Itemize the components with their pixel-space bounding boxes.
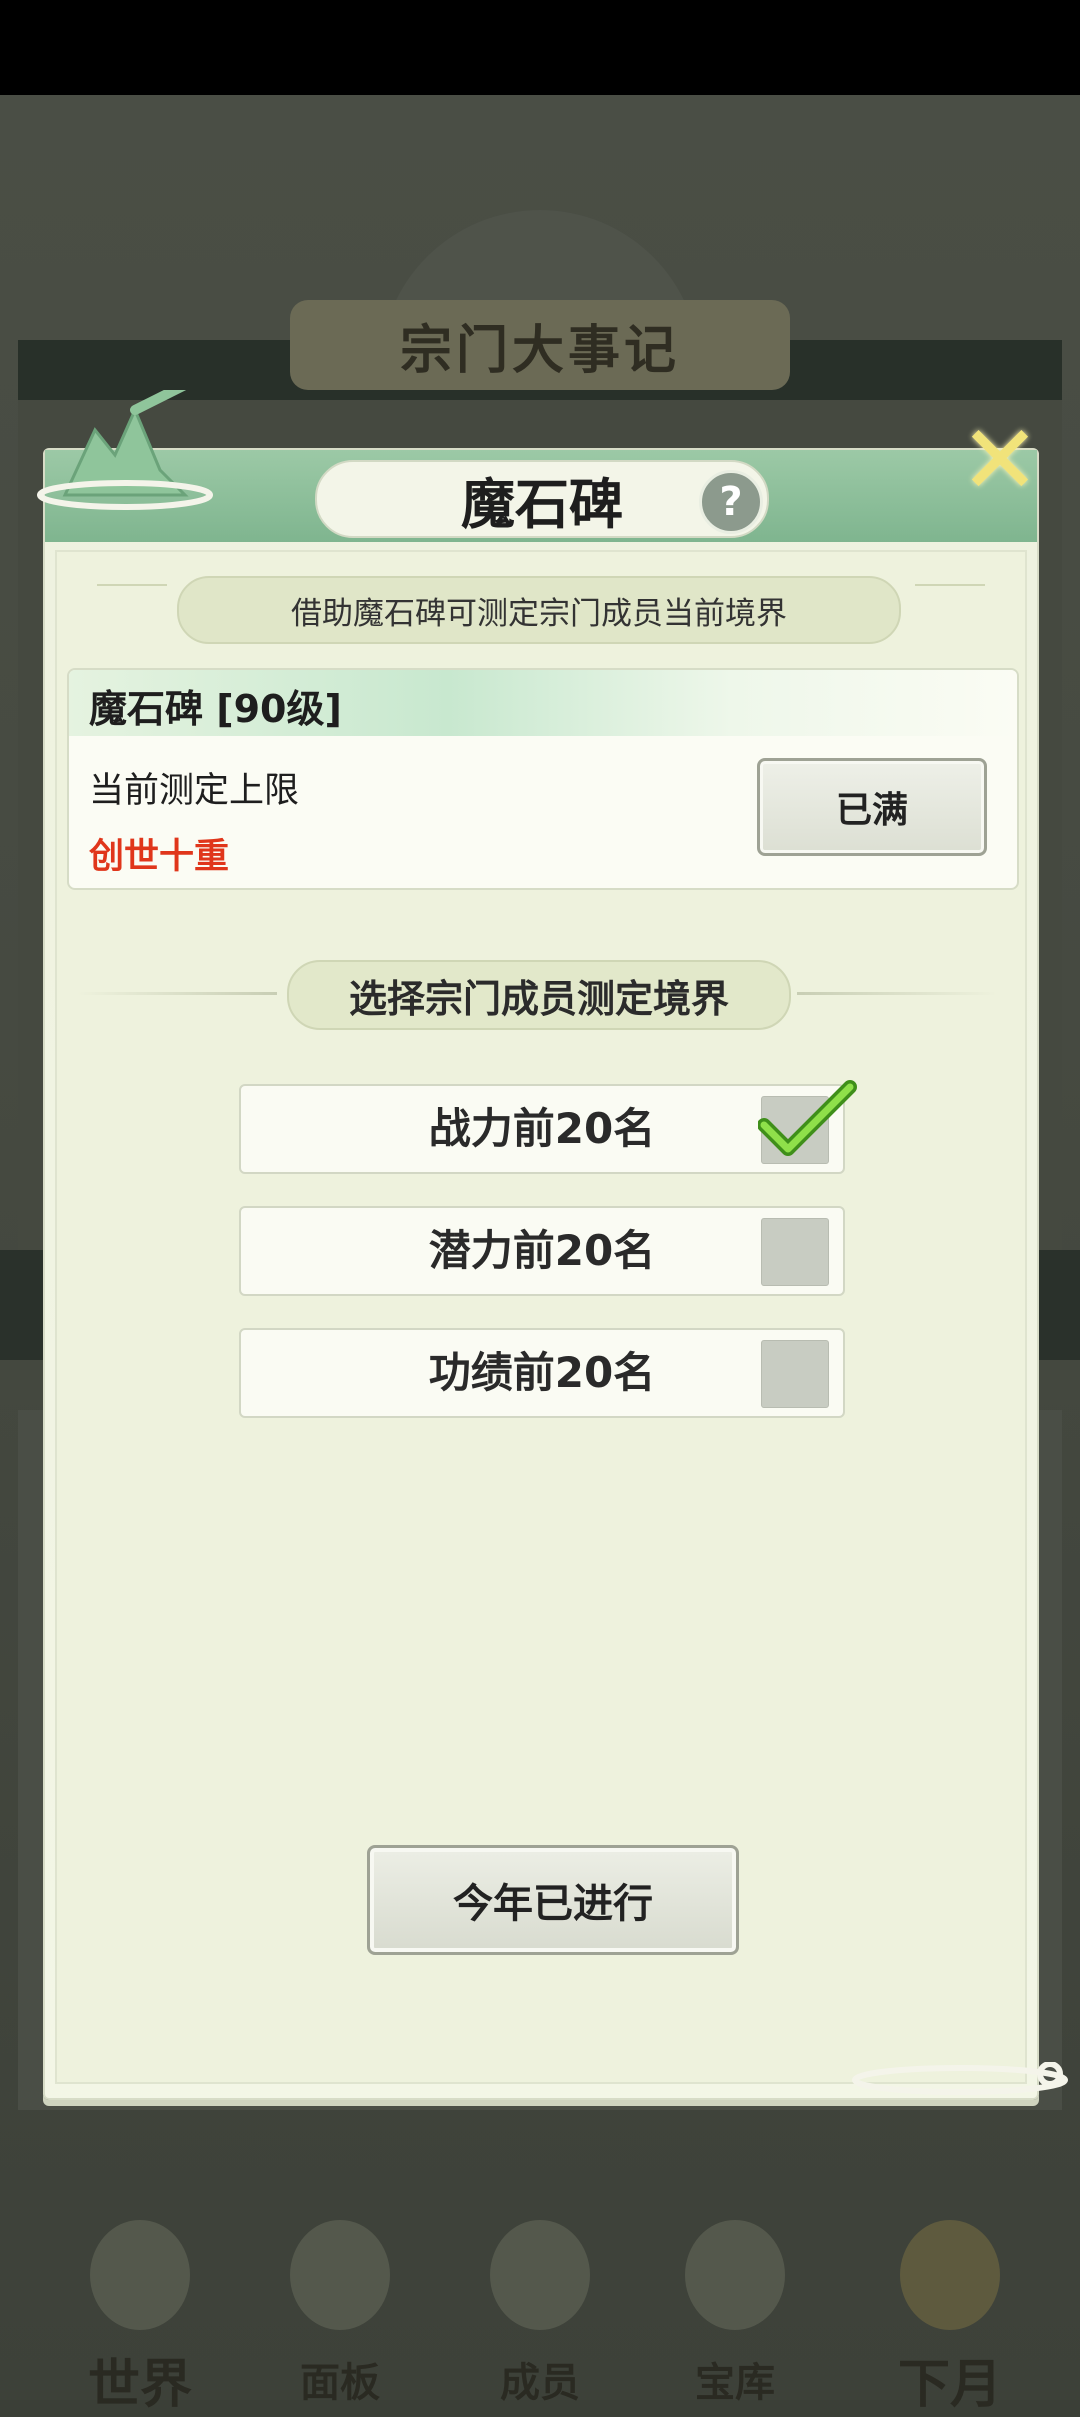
nav-item-world[interactable]: 世界 bbox=[50, 2200, 230, 2415]
option-label: 潜力前20名 bbox=[428, 1226, 656, 1275]
checkbox-merit-top20[interactable] bbox=[761, 1340, 829, 1408]
nav-label-panel: 面板 bbox=[300, 2359, 380, 2406]
upgrade-full-button[interactable]: 已满 bbox=[757, 758, 987, 856]
dialog-title: 魔石碑 bbox=[461, 471, 623, 536]
close-button[interactable]: ✕ bbox=[950, 404, 1050, 516]
nav-item-panel[interactable]: 面板 bbox=[250, 2200, 430, 2406]
limit-label: 当前测定上限 bbox=[89, 771, 300, 811]
treasury-icon bbox=[685, 2220, 785, 2330]
member-icon bbox=[490, 2220, 590, 2330]
nav-label-members: 成员 bbox=[500, 2359, 580, 2406]
hall-icon bbox=[290, 2220, 390, 2330]
section-wing-right bbox=[797, 992, 997, 995]
dialog-content: 借助魔石碑可测定宗门成员当前境界 魔石碑 [90级] 当前测定上限 创世十重 已… bbox=[55, 550, 1027, 2084]
section-wing-left bbox=[77, 992, 277, 995]
nav-item-next-month[interactable]: 下月 bbox=[860, 2200, 1040, 2415]
mountain-sword-deco-icon bbox=[37, 390, 213, 510]
banner-wing-right bbox=[915, 584, 985, 586]
option-label: 功绩前20名 bbox=[428, 1348, 656, 1397]
banner-wing-left bbox=[97, 584, 167, 586]
help-button[interactable]: ? bbox=[699, 470, 763, 534]
nav-label-next-month: 下月 bbox=[897, 2354, 1002, 2415]
tablet-info-card: 魔石碑 [90级] 当前测定上限 创世十重 已满 bbox=[67, 668, 1019, 890]
check-icon bbox=[758, 1080, 857, 1156]
close-icon: ✕ bbox=[959, 404, 1041, 516]
pagoda-icon bbox=[90, 2220, 190, 2330]
option-merit-top20[interactable]: 功绩前20名 bbox=[239, 1328, 845, 1418]
measure-action-button[interactable]: 今年已进行 bbox=[367, 1845, 739, 1955]
option-potential-top20[interactable]: 潜力前20名 bbox=[239, 1206, 845, 1296]
moon-icon bbox=[900, 2220, 1000, 2330]
nav-label-treasury: 宝库 bbox=[695, 2359, 775, 2406]
question-icon: ? bbox=[719, 479, 743, 525]
nav-label-world: 世界 bbox=[87, 2354, 192, 2415]
stone-tablet-dialog: 魔石碑 ? ✕ 借助魔石碑可测定宗门成员当前境界 魔石碑 [90级] 当前测定上… bbox=[37, 390, 1068, 2100]
description-banner: 借助魔石碑可测定宗门成员当前境界 bbox=[177, 576, 901, 644]
checkbox-combat-top20[interactable] bbox=[758, 1080, 857, 1164]
option-combat-top20[interactable]: 战力前20名 bbox=[239, 1080, 857, 1174]
cloud-scroll-deco-icon bbox=[852, 2062, 1068, 2095]
nav-item-members[interactable]: 成员 bbox=[450, 2200, 630, 2406]
description-text: 借助魔石碑可测定宗门成员当前境界 bbox=[291, 595, 787, 632]
section-title: 选择宗门成员测定境界 bbox=[348, 976, 729, 1021]
tablet-level-title: 魔石碑 [90级] bbox=[89, 687, 342, 731]
checkbox-potential-top20[interactable] bbox=[761, 1218, 829, 1286]
background-title: 宗门大事记 bbox=[399, 320, 680, 381]
option-label: 战力前20名 bbox=[428, 1104, 656, 1153]
background-title-plaque: 宗门大事记 bbox=[290, 300, 790, 390]
status-bar bbox=[0, 0, 1080, 95]
nav-item-treasury[interactable]: 宝库 bbox=[645, 2200, 825, 2406]
bottom-nav: 世界 面板 成员 宝库 下月 bbox=[0, 2200, 1080, 2415]
section-header: 选择宗门成员测定境界 bbox=[287, 960, 791, 1030]
limit-value: 创世十重 bbox=[89, 837, 230, 877]
